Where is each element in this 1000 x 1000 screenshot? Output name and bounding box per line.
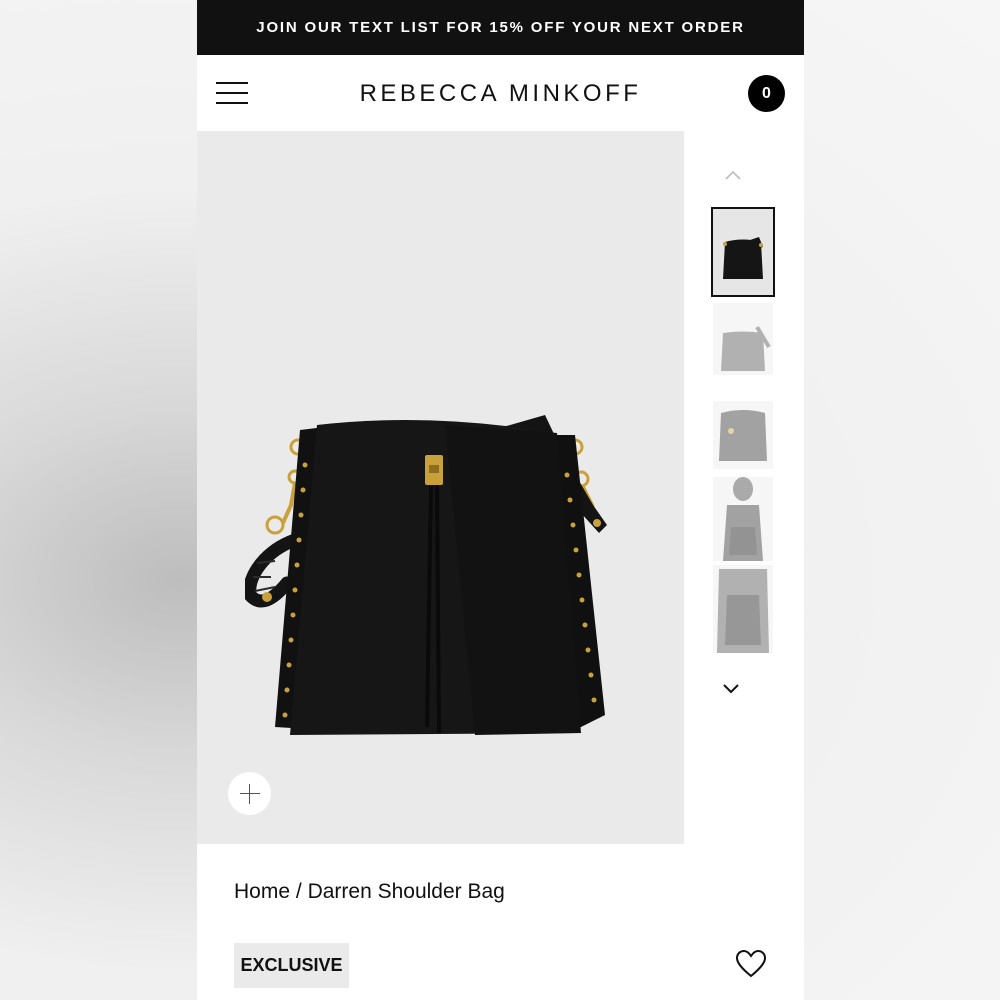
thumbnail-5[interactable] [713,565,773,653]
thumbnail-3[interactable] [713,401,773,469]
zoom-plus-icon[interactable] [228,772,271,815]
promo-banner[interactable]: JOIN OUR TEXT LIST FOR 15% OFF YOUR NEXT… [197,0,804,55]
exclusive-badge: EXCLUSIVE [234,943,349,988]
shoulder-bag-image [245,415,607,735]
thumbnail-bag-side-image [721,325,771,371]
thumbnail-carousel [684,131,804,844]
thumbnail-model-image [723,477,763,561]
promo-text: JOIN OUR TEXT LIST FOR 15% OFF YOUR NEXT… [256,19,745,36]
site-header: REBECCA MINKOFF 0 [197,55,804,131]
chevron-down-icon[interactable] [722,682,740,696]
product-page: JOIN OUR TEXT LIST FOR 15% OFF YOUR NEXT… [197,0,804,1000]
breadcrumb-separator: / [295,880,302,903]
thumbnail-model-closeup-image [717,569,769,653]
product-main-image[interactable] [197,131,684,844]
chevron-up-icon[interactable] [724,169,742,181]
breadcrumb: Home / Darren Shoulder Bag [234,880,505,904]
thumbnail-1[interactable] [711,207,775,297]
cart-button[interactable]: 0 [748,75,785,112]
thumbnail-4[interactable] [713,477,773,561]
heart-icon[interactable] [736,950,766,978]
breadcrumb-home-link[interactable]: Home [234,880,290,903]
thumbnail-bag-open-image [719,410,767,461]
thumbnail-2[interactable] [713,303,773,375]
thumbnail-bag-image [723,237,763,279]
breadcrumb-current: Darren Shoulder Bag [307,880,505,903]
cart-count: 0 [762,84,771,102]
brand-logo[interactable]: REBECCA MINKOFF [197,80,804,108]
